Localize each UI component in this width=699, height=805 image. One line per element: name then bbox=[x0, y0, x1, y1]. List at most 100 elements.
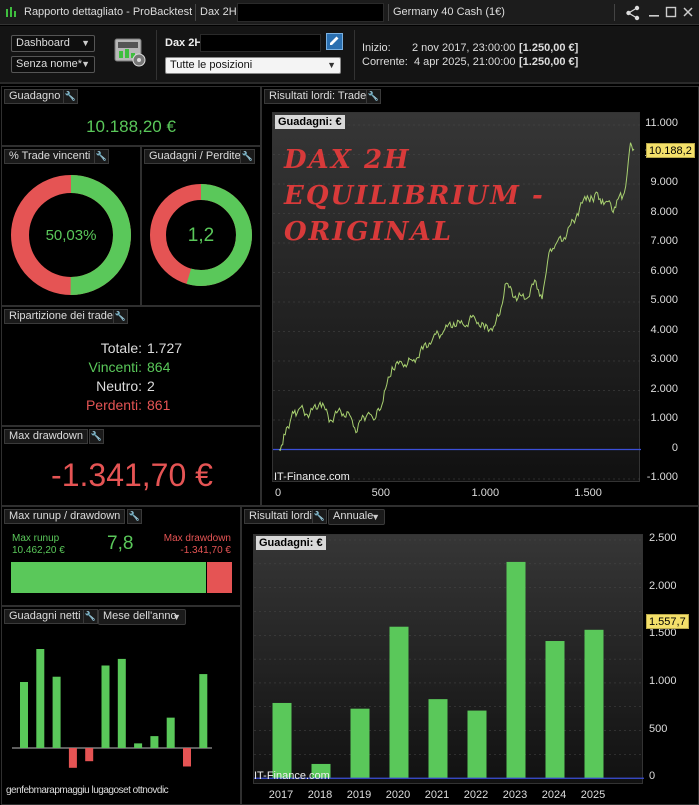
wrench-icon[interactable]: 🔧 bbox=[83, 609, 98, 624]
annual-bar bbox=[467, 710, 487, 779]
y-tick-label: 4.000 bbox=[650, 323, 678, 336]
y-tick-label: 0 bbox=[671, 441, 678, 454]
annual-mode-select[interactable]: Annuale ▼ bbox=[328, 509, 385, 525]
close-icon[interactable] bbox=[682, 6, 694, 18]
y-tick-label: 11.000 bbox=[645, 117, 678, 129]
system-name: Dax 2H bbox=[200, 6, 237, 18]
title-bar: Rapporto dettagliato - ProBacktest Dax 2… bbox=[0, 0, 699, 25]
drawdown-panel-title: Max drawdown bbox=[4, 429, 88, 444]
overlay-title-line3: ORIGINAL bbox=[284, 217, 454, 247]
monthly-bar bbox=[183, 748, 191, 767]
chart-app-icon bbox=[6, 7, 16, 17]
runup-dd-label: Max drawdown bbox=[163, 533, 231, 544]
monthly-bar-chart bbox=[12, 649, 212, 768]
wrench-icon[interactable]: 🔧 bbox=[89, 429, 104, 444]
minimize-icon[interactable] bbox=[648, 6, 660, 18]
y-tick-label: 1.000 bbox=[650, 412, 678, 424]
y-tick-label: 2.500 bbox=[649, 532, 677, 544]
y-tick-label: 8.000 bbox=[650, 205, 678, 218]
monthly-x-labels: genfebmarapmaggiu lugagoset ottnovdic bbox=[6, 785, 169, 796]
runup-bar-fill bbox=[11, 562, 207, 593]
wrench-icon[interactable]: 🔧 bbox=[312, 509, 327, 524]
overlay-title-line2: EQUILIBRIUM - bbox=[284, 181, 545, 211]
monthly-bar bbox=[199, 674, 208, 748]
monthly-mode-select[interactable]: Mese dell'anno ▼ bbox=[98, 609, 186, 625]
name-select[interactable]: Senza nome* ▼ bbox=[11, 56, 95, 73]
y-tick-label: 500 bbox=[649, 722, 668, 735]
share-icon[interactable] bbox=[625, 5, 641, 21]
wrench-icon[interactable]: 🔧 bbox=[240, 149, 255, 164]
monthly-bar bbox=[134, 743, 143, 748]
name-select-value: Senza nome* bbox=[16, 58, 83, 70]
x-tick-label: 2023 bbox=[502, 789, 528, 801]
loss-value: 861 bbox=[147, 397, 171, 413]
runup-dd-value: -1.341,70 € bbox=[180, 545, 231, 556]
winrate-panel: % Trade vincenti 🔧 50,03% bbox=[1, 146, 141, 306]
y-tick-label: -1.000 bbox=[646, 471, 678, 483]
drawdown-value: -1.341,70 € bbox=[51, 457, 213, 493]
positions-select-value: Tutte le posizioni bbox=[170, 59, 253, 71]
redacted-area bbox=[237, 3, 384, 22]
monthly-bar bbox=[85, 748, 94, 762]
view-select-value: Dashboard bbox=[16, 37, 70, 49]
annual-bar bbox=[272, 702, 292, 779]
equity-panel-title: Risultati lordi: Trade bbox=[264, 89, 372, 104]
chevron-down-icon: ▼ bbox=[81, 38, 90, 48]
current-label: Corrente: bbox=[362, 56, 408, 68]
chevron-down-icon: ▼ bbox=[371, 512, 380, 522]
annual-watermark: IT-Finance.com bbox=[254, 770, 330, 782]
runup-panel-title: Max runup / drawdown bbox=[4, 509, 126, 524]
gain-value: 10.188,20 € bbox=[86, 117, 176, 136]
report-settings-icon[interactable] bbox=[114, 38, 148, 70]
runup-label: Max runup bbox=[12, 533, 60, 544]
equity-watermark: IT-Finance.com bbox=[274, 471, 350, 483]
y-tick-label: 5.000 bbox=[650, 294, 678, 306]
annual-bar bbox=[350, 708, 370, 779]
runup-bar bbox=[11, 562, 232, 593]
monthly-panel: Guadagni netti 🔧 Mese dell'anno ▼ genfeb… bbox=[1, 606, 241, 805]
equity-panel: Risultati lordi: Trade 🔧 Guadagni: € DAX… bbox=[261, 86, 699, 506]
monthly-panel-title: Guadagni netti bbox=[4, 609, 86, 624]
annual-panel-title: Risultati lordi bbox=[244, 509, 317, 524]
equity-last-value: 10.188,2 bbox=[646, 143, 695, 158]
win-label: Vincenti: bbox=[88, 359, 142, 375]
drawdown-panel: Max drawdown 🔧 -1.341,70 € bbox=[1, 426, 261, 506]
redacted-area bbox=[200, 34, 321, 52]
wrench-icon[interactable]: 🔧 bbox=[113, 309, 128, 324]
y-tick-label: 3.000 bbox=[650, 353, 678, 365]
annual-bar bbox=[545, 641, 565, 779]
ratio-panel: Guadagni / Perdite 🔧 1,2 bbox=[141, 146, 261, 306]
wrench-icon[interactable]: 🔧 bbox=[127, 509, 142, 524]
maximize-icon[interactable] bbox=[665, 6, 677, 18]
annual-bar-chart bbox=[254, 539, 644, 779]
winrate-value: 50,03% bbox=[45, 227, 97, 244]
monthly-bar bbox=[150, 736, 159, 748]
x-tick-label: 2018 bbox=[307, 789, 333, 801]
y-tick-label: 2.000 bbox=[649, 579, 677, 592]
annual-bar bbox=[584, 629, 604, 779]
system-label: Dax 2H bbox=[165, 37, 203, 49]
current-date: 4 apr 2025, 21:00:00 bbox=[414, 56, 516, 68]
annual-bar bbox=[428, 699, 448, 779]
annual-last-value: 1.557,7 bbox=[646, 614, 689, 629]
x-tick-label: 2019 bbox=[346, 789, 372, 801]
wrench-icon[interactable]: 🔧 bbox=[63, 89, 78, 104]
report-toolbar: Dashboard ▼ Senza nome* ▼ Dax 2H Tutte l… bbox=[0, 26, 699, 84]
x-tick-label: 2020 bbox=[385, 789, 411, 801]
positions-select[interactable]: Tutte le posizioni ▼ bbox=[165, 57, 341, 74]
view-select[interactable]: Dashboard ▼ bbox=[11, 35, 95, 52]
y-tick-label: 2.000 bbox=[650, 382, 678, 395]
annual-bar bbox=[389, 626, 409, 779]
monthly-bar bbox=[36, 649, 45, 748]
wrench-icon[interactable]: 🔧 bbox=[94, 149, 109, 164]
y-tick-label: 0 bbox=[649, 770, 656, 783]
start-date: 2 nov 2017, 23:00:00 bbox=[412, 42, 516, 54]
x-tick-label: 2024 bbox=[541, 789, 567, 801]
runup-panel: Max runup / drawdown 🔧 Max runup 10.462,… bbox=[1, 506, 241, 606]
edit-icon[interactable] bbox=[326, 33, 343, 50]
winrate-panel-title: % Trade vincenti bbox=[4, 149, 96, 164]
wrench-icon[interactable]: 🔧 bbox=[366, 89, 381, 104]
x-tick-label: 1.000 bbox=[471, 487, 500, 499]
annual-mode-value: Annuale bbox=[333, 510, 374, 522]
annual-bar bbox=[506, 561, 526, 779]
